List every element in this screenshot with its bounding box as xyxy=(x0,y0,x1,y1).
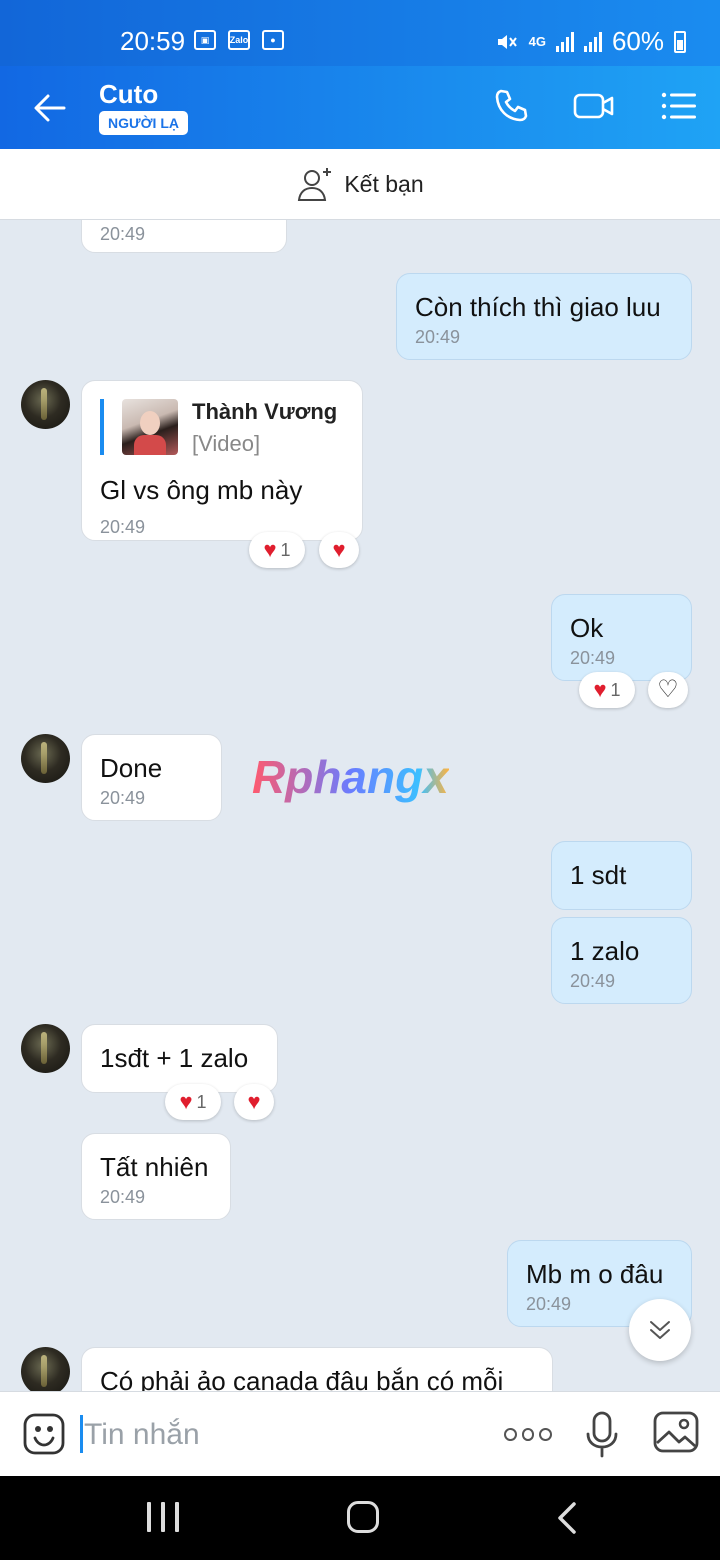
heart-outline-icon: ♡ xyxy=(657,676,679,703)
message-bubble[interactable]: Tất nhiên 20:49 xyxy=(81,1133,231,1220)
contact-name[interactable]: Cuto xyxy=(99,79,158,110)
message-time: 20:49 xyxy=(100,788,146,809)
scroll-to-bottom-button[interactable] xyxy=(629,1299,691,1361)
battery-icon xyxy=(674,30,686,53)
message-time: 20:49 xyxy=(570,971,616,992)
message-text: Có phải ảo canada đâu bắn có mỗi xyxy=(100,1366,504,1391)
message-text: Gl vs ông mb này xyxy=(100,475,303,505)
mic-icon[interactable] xyxy=(585,1410,619,1458)
message-bubble[interactable]: Ok 20:49 xyxy=(551,594,692,681)
avatar[interactable] xyxy=(21,1024,70,1073)
message-time: 20:49 xyxy=(100,224,146,245)
system-icons: 4G 60% xyxy=(495,26,686,57)
react-button[interactable]: ♥ xyxy=(234,1084,274,1120)
chat-header: Cuto NGƯỜI LẠ xyxy=(0,66,720,149)
react-button[interactable]: ♡ xyxy=(648,672,688,708)
reaction-number: 1 xyxy=(280,539,291,560)
avatar[interactable] xyxy=(21,734,70,783)
message-text: Ok xyxy=(570,613,604,643)
message-bubble[interactable]: Thành Vương [Video] Gl vs ông mb này 20:… xyxy=(81,380,363,541)
app-notification-icon: ● xyxy=(262,30,284,50)
message-bubble[interactable]: 1 sdt xyxy=(551,841,692,910)
home-button[interactable] xyxy=(347,1501,379,1533)
message-text: 1sđt + 1 zalo xyxy=(100,1043,249,1073)
message-text: Tất nhiên xyxy=(100,1152,209,1182)
quoted-sender: Thành Vương xyxy=(192,399,338,424)
stranger-badge: NGƯỜI LẠ xyxy=(99,111,188,135)
add-friend-bar[interactable]: Kết bạn xyxy=(0,149,720,220)
message-bubble[interactable]: 1 zalo 20:49 xyxy=(551,917,692,1004)
heart-icon: ♥ xyxy=(247,1089,261,1114)
recent-apps-button[interactable] xyxy=(147,1502,179,1534)
message-bubble[interactable]: Có phải ảo canada đâu bắn có mỗi xyxy=(81,1347,553,1391)
message-time: 20:49 xyxy=(570,648,616,669)
composer-bar xyxy=(0,1391,720,1476)
menu-icon[interactable] xyxy=(656,84,700,128)
add-friend-icon xyxy=(298,168,332,201)
message-text: 1 sdt xyxy=(570,860,627,890)
signal-icon-2 xyxy=(583,31,602,52)
network-label: 4G xyxy=(528,34,546,49)
message-bubble[interactable]: Done 20:49 xyxy=(81,734,222,821)
gallery-notification-icon: ▣ xyxy=(194,30,216,50)
avatar[interactable] xyxy=(21,380,70,429)
battery-percent: 60% xyxy=(611,26,664,56)
mute-icon xyxy=(497,34,517,49)
video-call-icon[interactable] xyxy=(572,84,616,128)
nav-back-button[interactable] xyxy=(552,1500,582,1536)
message-bubble[interactable]: 1sđt + 1 zalo xyxy=(81,1024,278,1093)
status-time: 20:59 xyxy=(120,26,186,56)
reaction-number: 1 xyxy=(610,679,621,700)
message-list[interactable]: 20:49 Còn thích thì giao luu 20:49 Thành… xyxy=(0,220,720,1391)
status-bar: 20:59 ▣ Zalo ● 4G 60% xyxy=(0,0,720,66)
heart-icon: ♥ xyxy=(593,677,607,702)
react-button[interactable]: ♥ xyxy=(319,532,359,568)
message-bubble[interactable]: Còn thích thì giao luu 20:49 xyxy=(396,273,692,360)
reaction-count[interactable]: ♥ 1 xyxy=(579,672,635,708)
message-time: 20:49 xyxy=(415,327,461,348)
add-friend-label: Kết bạn xyxy=(344,170,424,197)
notification-icons: ▣ Zalo ● xyxy=(194,30,284,50)
text-caret xyxy=(80,1415,83,1453)
system-navigation-bar xyxy=(0,1476,720,1560)
gallery-icon[interactable] xyxy=(653,1411,699,1453)
phone-icon[interactable] xyxy=(489,84,533,128)
zalo-notification-icon: Zalo xyxy=(228,30,250,50)
watermark-logo: Rphangx xyxy=(252,751,449,803)
reaction-count[interactable]: ♥ 1 xyxy=(165,1084,221,1120)
message-text: Còn thích thì giao luu xyxy=(415,292,661,322)
more-icon[interactable] xyxy=(504,1419,553,1449)
heart-icon: ♥ xyxy=(263,537,277,562)
message-bubble[interactable]: 20:49 xyxy=(81,220,287,253)
message-text: Done xyxy=(100,753,163,783)
message-time: 20:49 xyxy=(100,1187,146,1208)
message-text: Mb m o đâu xyxy=(526,1259,664,1289)
emoji-icon[interactable] xyxy=(22,1412,66,1456)
back-arrow-icon[interactable] xyxy=(28,86,72,130)
reaction-number: 1 xyxy=(196,1091,207,1112)
message-text: 1 zalo xyxy=(570,936,640,966)
message-time: 20:49 xyxy=(100,517,146,537)
quoted-type: [Video] xyxy=(192,431,261,457)
heart-icon: ♥ xyxy=(332,537,346,562)
message-input[interactable] xyxy=(84,1414,464,1456)
quoted-message[interactable]: Thành Vương [Video] xyxy=(100,399,350,457)
quoted-video-thumbnail xyxy=(122,399,178,455)
signal-icon xyxy=(555,31,574,52)
heart-icon: ♥ xyxy=(179,1089,193,1114)
avatar[interactable] xyxy=(21,1347,70,1391)
reaction-count[interactable]: ♥ 1 xyxy=(249,532,305,568)
chevron-down-icon xyxy=(650,1321,670,1339)
